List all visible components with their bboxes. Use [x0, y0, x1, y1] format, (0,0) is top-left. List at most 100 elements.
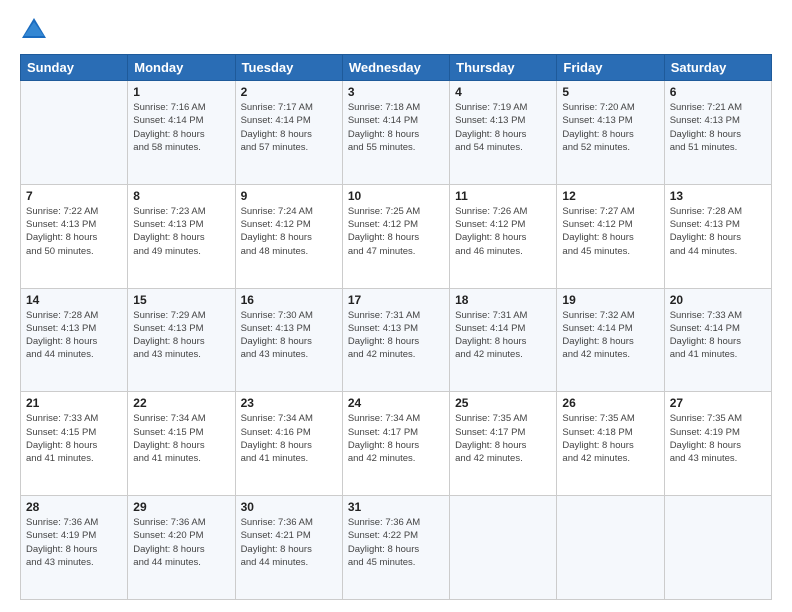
calendar-cell: 11 Sunrise: 7:26 AM Sunset: 4:12 PM Dayli… [450, 184, 557, 288]
day-number: 31 [348, 500, 444, 514]
header [20, 16, 772, 44]
weekday-header-row: SundayMondayTuesdayWednesdayThursdayFrid… [21, 55, 772, 81]
calendar-cell: 31 Sunrise: 7:36 AM Sunset: 4:22 PM Dayli… [342, 496, 449, 600]
day-number: 22 [133, 396, 229, 410]
calendar-cell: 30 Sunrise: 7:36 AM Sunset: 4:21 PM Dayli… [235, 496, 342, 600]
calendar-cell: 13Sunrise: 7:28 AM Sunset: 4:13 PM Dayli… [664, 184, 771, 288]
calendar-cell: 24 Sunrise: 7:34 AM Sunset: 4:17 PM Dayli… [342, 392, 449, 496]
day-number: 11 [455, 189, 551, 203]
day-number: 2 [241, 85, 337, 99]
day-number: 7 [26, 189, 122, 203]
weekday-header-wednesday: Wednesday [342, 55, 449, 81]
day-info: Sunrise: 7:31 AM Sunset: 4:13 PM Dayligh… [348, 309, 444, 362]
day-number: 16 [241, 293, 337, 307]
day-number: 20 [670, 293, 766, 307]
day-number: 23 [241, 396, 337, 410]
day-info: Sunrise: 7:34 AM Sunset: 4:15 PM Dayligh… [133, 412, 229, 465]
day-info: Sunrise: 7:27 AM Sunset: 4:12 PM Dayligh… [562, 205, 658, 258]
calendar-cell: 28 Sunrise: 7:36 AM Sunset: 4:19 PM Dayli… [21, 496, 128, 600]
calendar-cell: 18 Sunrise: 7:31 AM Sunset: 4:14 PM Dayli… [450, 288, 557, 392]
calendar-cell [664, 496, 771, 600]
day-number: 28 [26, 500, 122, 514]
day-info: Sunrise: 7:23 AM Sunset: 4:13 PM Dayligh… [133, 205, 229, 258]
weekday-header-saturday: Saturday [664, 55, 771, 81]
day-number: 19 [562, 293, 658, 307]
weekday-header-thursday: Thursday [450, 55, 557, 81]
calendar-cell: 21 Sunrise: 7:33 AM Sunset: 4:15 PM Dayli… [21, 392, 128, 496]
day-number: 17 [348, 293, 444, 307]
day-info: Sunrise: 7:36 AM Sunset: 4:19 PM Dayligh… [26, 516, 122, 569]
calendar-cell [557, 496, 664, 600]
day-number: 18 [455, 293, 551, 307]
day-info: Sunrise: 7:34 AM Sunset: 4:16 PM Dayligh… [241, 412, 337, 465]
day-info: Sunrise: 7:35 AM Sunset: 4:19 PM Dayligh… [670, 412, 766, 465]
calendar-cell: 20 Sunrise: 7:33 AM Sunset: 4:14 PM Dayli… [664, 288, 771, 392]
day-info: Sunrise: 7:20 AM Sunset: 4:13 PM Dayligh… [562, 101, 658, 154]
calendar-cell: 15 Sunrise: 7:29 AM Sunset: 4:13 PM Dayli… [128, 288, 235, 392]
calendar-cell: 23 Sunrise: 7:34 AM Sunset: 4:16 PM Dayli… [235, 392, 342, 496]
calendar-week-row: 21 Sunrise: 7:33 AM Sunset: 4:15 PM Dayli… [21, 392, 772, 496]
day-info: Sunrise: 7:21 AM Sunset: 4:13 PM Dayligh… [670, 101, 766, 154]
day-info: Sunrise: 7:22 AM Sunset: 4:13 PM Dayligh… [26, 205, 122, 258]
day-info: Sunrise: 7:34 AM Sunset: 4:17 PM Dayligh… [348, 412, 444, 465]
day-info: Sunrise: 7:19 AM Sunset: 4:13 PM Dayligh… [455, 101, 551, 154]
day-number: 4 [455, 85, 551, 99]
day-number: 14 [26, 293, 122, 307]
day-info: Sunrise: 7:35 AM Sunset: 4:17 PM Dayligh… [455, 412, 551, 465]
calendar-cell: 6 Sunrise: 7:21 AM Sunset: 4:13 PM Daylig… [664, 81, 771, 185]
weekday-header-friday: Friday [557, 55, 664, 81]
calendar-table: SundayMondayTuesdayWednesdayThursdayFrid… [20, 54, 772, 600]
day-info: Sunrise: 7:33 AM Sunset: 4:14 PM Dayligh… [670, 309, 766, 362]
day-info: Sunrise: 7:26 AM Sunset: 4:12 PM Dayligh… [455, 205, 551, 258]
calendar-cell: 4 Sunrise: 7:19 AM Sunset: 4:13 PM Daylig… [450, 81, 557, 185]
day-number: 29 [133, 500, 229, 514]
day-info: Sunrise: 7:33 AM Sunset: 4:15 PM Dayligh… [26, 412, 122, 465]
calendar-week-row: 28 Sunrise: 7:36 AM Sunset: 4:19 PM Dayli… [21, 496, 772, 600]
calendar-cell: 14 Sunrise: 7:28 AM Sunset: 4:13 PM Dayli… [21, 288, 128, 392]
weekday-header-monday: Monday [128, 55, 235, 81]
calendar-cell: 27Sunrise: 7:35 AM Sunset: 4:19 PM Dayli… [664, 392, 771, 496]
calendar-cell: 3 Sunrise: 7:18 AM Sunset: 4:14 PM Daylig… [342, 81, 449, 185]
day-number: 1 [133, 85, 229, 99]
day-number: 26 [562, 396, 658, 410]
calendar-week-row: 7 Sunrise: 7:22 AM Sunset: 4:13 PM Daylig… [21, 184, 772, 288]
weekday-header-tuesday: Tuesday [235, 55, 342, 81]
day-number: 6 [670, 85, 766, 99]
day-info: Sunrise: 7:16 AM Sunset: 4:14 PM Dayligh… [133, 101, 229, 154]
day-info: Sunrise: 7:28 AM Sunset: 4:13 PM Dayligh… [26, 309, 122, 362]
calendar-cell: 29 Sunrise: 7:36 AM Sunset: 4:20 PM Dayli… [128, 496, 235, 600]
day-info: Sunrise: 7:36 AM Sunset: 4:21 PM Dayligh… [241, 516, 337, 569]
page: SundayMondayTuesdayWednesdayThursdayFrid… [0, 0, 792, 612]
calendar-cell: 19 Sunrise: 7:32 AM Sunset: 4:14 PM Dayli… [557, 288, 664, 392]
day-info: Sunrise: 7:18 AM Sunset: 4:14 PM Dayligh… [348, 101, 444, 154]
day-number: 9 [241, 189, 337, 203]
calendar-week-row: 1 Sunrise: 7:16 AM Sunset: 4:14 PM Daylig… [21, 81, 772, 185]
day-info: Sunrise: 7:31 AM Sunset: 4:14 PM Dayligh… [455, 309, 551, 362]
day-info: Sunrise: 7:28 AM Sunset: 4:13 PM Dayligh… [670, 205, 766, 258]
calendar-cell: 16 Sunrise: 7:30 AM Sunset: 4:13 PM Dayli… [235, 288, 342, 392]
day-info: Sunrise: 7:29 AM Sunset: 4:13 PM Dayligh… [133, 309, 229, 362]
day-number: 3 [348, 85, 444, 99]
calendar-cell: 8Sunrise: 7:23 AM Sunset: 4:13 PM Daylig… [128, 184, 235, 288]
calendar-week-row: 14 Sunrise: 7:28 AM Sunset: 4:13 PM Dayli… [21, 288, 772, 392]
calendar-cell: 17 Sunrise: 7:31 AM Sunset: 4:13 PM Dayli… [342, 288, 449, 392]
calendar-cell: 12Sunrise: 7:27 AM Sunset: 4:12 PM Dayli… [557, 184, 664, 288]
day-number: 21 [26, 396, 122, 410]
day-number: 25 [455, 396, 551, 410]
day-info: Sunrise: 7:32 AM Sunset: 4:14 PM Dayligh… [562, 309, 658, 362]
calendar-cell: 5 Sunrise: 7:20 AM Sunset: 4:13 PM Daylig… [557, 81, 664, 185]
calendar-cell [450, 496, 557, 600]
calendar-cell: 10Sunrise: 7:25 AM Sunset: 4:12 PM Dayli… [342, 184, 449, 288]
calendar-cell: 7 Sunrise: 7:22 AM Sunset: 4:13 PM Daylig… [21, 184, 128, 288]
day-number: 30 [241, 500, 337, 514]
day-number: 5 [562, 85, 658, 99]
day-number: 10 [348, 189, 444, 203]
day-number: 24 [348, 396, 444, 410]
day-info: Sunrise: 7:30 AM Sunset: 4:13 PM Dayligh… [241, 309, 337, 362]
logo-icon [20, 16, 48, 44]
calendar-cell: 25 Sunrise: 7:35 AM Sunset: 4:17 PM Dayli… [450, 392, 557, 496]
logo [20, 16, 52, 44]
day-info: Sunrise: 7:36 AM Sunset: 4:22 PM Dayligh… [348, 516, 444, 569]
day-number: 15 [133, 293, 229, 307]
day-info: Sunrise: 7:36 AM Sunset: 4:20 PM Dayligh… [133, 516, 229, 569]
